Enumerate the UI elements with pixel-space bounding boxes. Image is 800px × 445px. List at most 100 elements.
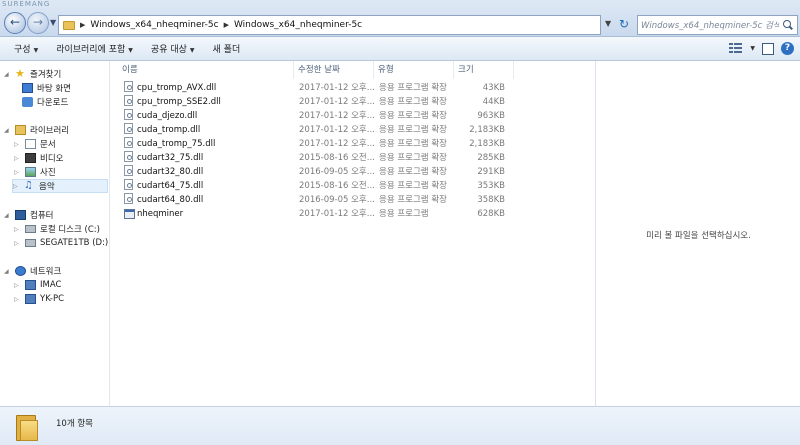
history-dropdown-icon[interactable]: ▼ — [50, 18, 56, 27]
file-type: 응용 프로그램 — [379, 209, 429, 219]
file-date: 2017-01-12 오후... — [299, 125, 375, 135]
share-label: 공유 대상 — [150, 45, 187, 55]
view-options-icon[interactable] — [729, 42, 743, 55]
file-size: 963KB — [477, 111, 505, 121]
chevron-down-icon[interactable]: ▼ — [750, 45, 755, 52]
picture-icon — [25, 167, 36, 177]
file-name: cpu_tromp_AVX.dll — [137, 83, 217, 93]
sidebar-item-label: 바탕 화면 — [37, 84, 71, 94]
new-folder-button[interactable]: 새 폴더 — [204, 42, 250, 55]
search-placeholder: Windows_x64_nheqminer-5c 검색 — [641, 21, 779, 31]
column-header-size[interactable]: 크기 — [454, 61, 514, 79]
sidebar-item-label: 즐겨찾기 — [30, 70, 62, 80]
file-row[interactable]: cuda_tromp.dll 2017-01-12 오후... 응용 프로그램 … — [120, 123, 510, 137]
chevron-right-icon[interactable]: ▷ — [14, 296, 21, 303]
organize-label: 구성 — [14, 45, 31, 55]
chevron-right-icon[interactable]: ▷ — [14, 155, 21, 162]
search-input[interactable]: Windows_x64_nheqminer-5c 검색 — [637, 15, 798, 35]
search-icon[interactable] — [782, 19, 794, 31]
sidebar-item-imac[interactable]: ▷ IMAC — [14, 278, 61, 292]
preview-pane-icon[interactable] — [762, 42, 774, 55]
address-dropdown-icon[interactable]: ▼ — [605, 19, 611, 28]
dll-file-icon — [124, 137, 133, 148]
expand-icon[interactable]: ◢ — [4, 212, 11, 219]
file-name: nheqminer — [137, 209, 184, 219]
file-size: 2,183KB — [469, 125, 505, 135]
address-field[interactable]: ▶ Windows_x64_nheqminer-5c ▶ Windows_x64… — [58, 15, 601, 35]
chevron-right-icon[interactable]: ▶ — [80, 21, 85, 29]
network-icon — [15, 266, 26, 276]
expand-icon[interactable]: ◢ — [4, 268, 11, 275]
file-row[interactable]: cuda_djezo.dll 2017-01-12 오후... 응용 프로그램 … — [120, 109, 510, 123]
file-name: cuda_djezo.dll — [137, 111, 198, 121]
help-icon[interactable]: ? — [781, 42, 794, 55]
video-icon — [25, 153, 36, 163]
file-size: 358KB — [477, 195, 505, 205]
expand-icon[interactable]: ◢ — [4, 71, 11, 78]
file-row[interactable]: cuda_tromp_75.dll 2017-01-12 오후... 응용 프로… — [120, 137, 510, 151]
organize-button[interactable]: 구성 ▼ — [0, 42, 47, 55]
folder-icon — [16, 415, 38, 441]
file-size: 44KB — [482, 97, 505, 107]
file-date: 2017-01-12 오후... — [299, 83, 375, 93]
chevron-right-icon[interactable]: ▷ — [14, 240, 21, 247]
column-header-name[interactable]: 이름 — [118, 61, 294, 79]
sidebar-item-videos[interactable]: ▷ 비디오 — [14, 151, 63, 165]
file-type: 응용 프로그램 확장 — [379, 181, 447, 191]
desktop-icon — [22, 83, 33, 93]
file-row[interactable]: cudart64_80.dll 2016-09-05 오후... 응용 프로그램… — [120, 193, 510, 207]
drive-icon — [25, 239, 36, 247]
sidebar-item-computer[interactable]: ◢ 컴퓨터 — [4, 208, 53, 222]
sidebar-item-downloads[interactable]: 다운로드 — [22, 95, 68, 109]
column-header-date[interactable]: 수정한 날짜 — [294, 61, 374, 79]
sidebar-item-label: 다운로드 — [37, 98, 69, 108]
expand-icon[interactable]: ◢ — [4, 127, 11, 134]
column-header-type[interactable]: 유형 — [374, 61, 454, 79]
file-row[interactable]: cpu_tromp_AVX.dll 2017-01-12 오후... 응용 프로… — [120, 81, 510, 95]
file-size: 2,183KB — [469, 139, 505, 149]
breadcrumb-item[interactable]: Windows_x64_nheqminer-5c — [234, 20, 362, 30]
file-size: 291KB — [477, 167, 505, 177]
chevron-right-icon[interactable]: ▷ — [13, 183, 20, 190]
include-library-button[interactable]: 라이브러리에 포함 ▼ — [47, 42, 142, 55]
preview-message: 미리 볼 파일을 선택하십시오. — [646, 231, 751, 241]
sidebar-item-seagate[interactable]: ▷ SEGATE1TB (D:) — [14, 236, 108, 250]
breadcrumb-item[interactable]: Windows_x64_nheqminer-5c — [90, 20, 218, 30]
chevron-right-icon[interactable]: ▷ — [14, 226, 21, 233]
address-bar-area: SUREMANG ← → ▼ ▶ Windows_x64_nheqminer-5… — [0, 0, 800, 37]
sidebar-item-desktop[interactable]: 바탕 화면 — [22, 81, 71, 95]
dll-file-icon — [124, 193, 133, 204]
sidebar-item-libraries[interactable]: ◢ 라이브러리 — [4, 123, 69, 137]
file-name: cudart32_80.dll — [137, 167, 204, 177]
folder-icon — [63, 20, 75, 30]
dll-file-icon — [124, 151, 133, 162]
sidebar-item-local-disk[interactable]: ▷ 로컬 디스크 (C:) — [14, 222, 100, 236]
chevron-right-icon[interactable]: ▷ — [14, 169, 21, 176]
dll-file-icon — [124, 179, 133, 190]
forward-button[interactable]: → — [27, 12, 49, 34]
file-type: 응용 프로그램 확장 — [379, 97, 447, 107]
watermark: SUREMANG — [2, 0, 51, 8]
sidebar-item-label: 사진 — [40, 168, 56, 178]
file-row[interactable]: nheqminer 2017-01-12 오후... 응용 프로그램 628KB — [120, 207, 510, 221]
file-row[interactable]: cudart32_75.dll 2015-08-16 오전... 응용 프로그램… — [120, 151, 510, 165]
file-row[interactable]: cpu_tromp_SSE2.dll 2017-01-12 오후... 응용 프… — [120, 95, 510, 109]
file-row[interactable]: cudart32_80.dll 2016-09-05 오후... 응용 프로그램… — [120, 165, 510, 179]
share-button[interactable]: 공유 대상 ▼ — [142, 42, 204, 55]
sidebar-item-ykpc[interactable]: ▷ YK-PC — [14, 292, 64, 306]
back-button[interactable]: ← — [4, 12, 26, 34]
refresh-button[interactable]: ↻ — [615, 15, 633, 35]
chevron-right-icon[interactable]: ▷ — [14, 282, 21, 289]
chevron-right-icon[interactable]: ▶ — [224, 21, 229, 29]
sidebar-item-pictures[interactable]: ▷ 사진 — [14, 165, 56, 179]
sidebar-item-network[interactable]: ◢ 네트워크 — [4, 264, 61, 278]
sidebar-item-music[interactable]: ▷ ♫ 음악 — [12, 179, 108, 193]
file-date: 2015-08-16 오전... — [299, 181, 375, 191]
file-date: 2017-01-12 오후... — [299, 97, 375, 107]
dll-file-icon — [124, 165, 133, 176]
file-date: 2017-01-12 오후... — [299, 111, 375, 121]
sidebar-item-favorites[interactable]: ◢ ★ 즐겨찾기 — [4, 67, 61, 81]
sidebar-item-documents[interactable]: ▷ 문서 — [14, 137, 56, 151]
chevron-right-icon[interactable]: ▷ — [14, 141, 21, 148]
file-row[interactable]: cudart64_75.dll 2015-08-16 오전... 응용 프로그램… — [120, 179, 510, 193]
